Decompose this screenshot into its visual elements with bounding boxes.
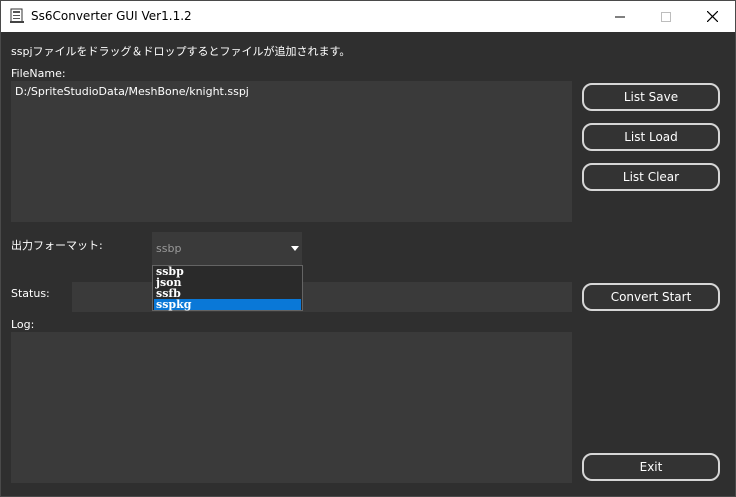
format-option-sspkg[interactable]: sspkg [154, 299, 301, 310]
close-icon [706, 7, 718, 26]
app-icon [9, 8, 25, 24]
convert-start-button[interactable]: Convert Start [582, 283, 720, 311]
format-select[interactable]: ssbp [152, 232, 302, 265]
list-clear-button[interactable]: List Clear [582, 163, 720, 191]
status-field [72, 282, 572, 312]
close-button[interactable] [689, 1, 735, 32]
format-dropdown-list[interactable]: ssbp json ssfb sspkg [152, 265, 303, 311]
title-bar[interactable]: Ss6Converter GUI Ver1.1.2 [1, 1, 735, 32]
file-list[interactable]: D:/SpriteStudioData/MeshBone/knight.sspj [11, 81, 572, 222]
list-save-button[interactable]: List Save [582, 83, 720, 111]
minimize-button[interactable] [597, 1, 643, 32]
instructions-text: sspjファイルをドラッグ＆ドロップするとファイルが追加されます。 [11, 45, 351, 58]
format-select-value: ssbp [156, 242, 182, 255]
minimize-icon [615, 7, 625, 26]
status-label: Status: [11, 287, 50, 300]
chevron-down-icon[interactable] [288, 236, 302, 261]
log-label: Log: [11, 318, 35, 331]
maximize-icon [661, 7, 671, 26]
exit-button[interactable]: Exit [582, 453, 720, 481]
list-load-button[interactable]: List Load [582, 123, 720, 151]
file-list-item[interactable]: D:/SpriteStudioData/MeshBone/knight.sspj [15, 85, 249, 98]
filename-label: FileName: [11, 67, 66, 80]
window-title: Ss6Converter GUI Ver1.1.2 [31, 9, 192, 23]
maximize-button[interactable] [643, 1, 689, 32]
log-panel[interactable] [11, 332, 572, 483]
main-window: Ss6Converter GUI Ver1.1.2 sspjファイルをドラッグ＆… [0, 0, 736, 497]
format-label: 出力フォーマット: [11, 239, 103, 252]
